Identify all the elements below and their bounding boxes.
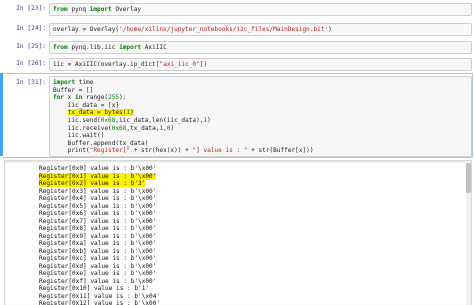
output-line: Register[0x0] value is : b'\x00' (39, 165, 160, 173)
notebook-cell-26[interactable]: In [26]: iic = AxiIIC(overlay.ip_dict["a… (0, 58, 474, 71)
output-line-text: Register[0x11] value is : b'\x04' (39, 292, 161, 300)
notebook-cell-31[interactable]: In [31]: import time Buffer = [] for x i… (0, 76, 474, 157)
cell-prompt: In [23]: (16, 5, 46, 12)
output-line-text: Register[0x4] value is : b'\x00' (39, 195, 157, 202)
code-line: from pynq.lib.iic import AxiIIC (53, 43, 167, 51)
cell-prompt: In [26]: (16, 60, 46, 67)
cell-prompt: In [25]: (16, 43, 46, 50)
output-line-text: Register[0xf] value is : b'\x00' (39, 277, 157, 285)
output-line: Register[0xc] value is : b'\x00' (39, 255, 160, 263)
cell-output-area[interactable]: Register[0x0] value is : b'\x00' Register… (4, 160, 472, 305)
output-line-text: Register[0x1] value is : b'\x00' (39, 172, 157, 180)
code-input[interactable]: from pynq.lib.iic import AxiIIC (49, 41, 472, 54)
code-input[interactable]: overlay = Overlay('/home/xilinx/jupyter_… (49, 23, 472, 36)
output-line: Register[0x6] value is : b'\x00' (39, 210, 160, 218)
output-line: Register[0x12] value is : b'\x00' (39, 300, 160, 305)
output-line: Register[0xa] value is : b'\x00' (39, 240, 160, 248)
output-line-text: Register[0xc] value is : b'\x00' (39, 255, 157, 262)
notebook-cell-23[interactable]: In [23]: from pynq import Overlay (0, 3, 474, 16)
code-line: iic.receive(0x68,tx_data,1,0) (53, 124, 175, 132)
output-line: Register[0xd] value is : b'\x00' (39, 263, 160, 271)
output-line: Register[0x8] value is : b'\x00' (39, 225, 160, 233)
output-line: Register[0x10] value is : b'1' (39, 285, 160, 293)
code-input[interactable]: from pynq import Overlay (49, 3, 472, 16)
output-line-text: Register[0x7] value is : b'\x00' (39, 217, 157, 225)
output-line-text: Register[0x0] value is : b'\x00' (39, 165, 157, 172)
notebook-cell-24[interactable]: In [24]: overlay = Overlay('/home/xilinx… (0, 23, 474, 36)
output-line: Register[0x11] value is : b'\x04' (39, 293, 160, 301)
output-line: Register[0x3] value is : b'\x00' (39, 188, 160, 196)
code-line: import time (53, 79, 94, 86)
output-line-text: Register[0x3] value is : b'\x00' (39, 187, 157, 195)
output-line: Register[0x9] value is : b'\x00' (39, 233, 160, 241)
output-line: Register[0xe] value is : b'\x00' (39, 270, 160, 278)
code-line: overlay = Overlay('/home/xilinx/jupyter_… (53, 25, 332, 33)
output-line-text: Register[0x5] value is : b'\x00' (39, 202, 157, 210)
output-line: Register[0x1] value is : b'\x00' (39, 172, 160, 181)
output-line-text: Register[0x12] value is : b'\x00' (39, 300, 161, 305)
code-input[interactable]: import time Buffer = [] for x in range(2… (49, 76, 472, 157)
output-line: Register[0x5] value is : b'\x00' (39, 203, 160, 211)
code-line: iic.wait() (53, 132, 105, 140)
output-lines: Register[0x0] value is : b'\x00' Register… (39, 165, 160, 305)
output-line: Register[0x2] value is : b'3' (39, 180, 160, 188)
output-line: Register[0x7] value is : b'\x00' (39, 218, 160, 226)
cell-prompt: In [24]: (16, 25, 46, 32)
code-line-highlighted: tx_data = bytes(1) (67, 109, 134, 117)
output-scrollbar[interactable] (466, 161, 471, 305)
code-input[interactable]: iic = AxiIIC(overlay.ip_dict["axi_iic_0"… (49, 58, 472, 71)
code-line: print("Register[" + str(hex(x)) + "] val… (53, 147, 314, 155)
output-line: Register[0xf] value is : b'\x00' (39, 278, 160, 286)
output-line-text: Register[0xb] value is : b'\x00' (39, 247, 157, 255)
notebook-cell-25[interactable]: In [25]: from pynq.lib.iic import AxiIIC (0, 41, 474, 54)
code-line: iic_data = [x] (53, 101, 120, 109)
output-line: Register[0xb] value is : b'\x00' (39, 248, 160, 256)
code-line: iic.send(0x68,iic_data,len(iic_data),1) (53, 116, 211, 124)
cell-prompt: In [31]: (16, 79, 46, 86)
output-line-text: Register[0x9] value is : b'\x00' (39, 232, 157, 240)
code-line: iic = AxiIIC(overlay.ip_dict["axi_iic_0"… (53, 60, 208, 68)
output-line-text: Register[0x2] value is : b'3' (39, 180, 146, 187)
scrollbar-thumb[interactable] (466, 163, 471, 193)
output-line-text: Register[0x10] value is : b'1' (39, 285, 150, 292)
code-line: from pynq import Overlay (53, 5, 142, 13)
output-line: Register[0x4] value is : b'\x00' (39, 195, 160, 203)
output-line-text: Register[0xd] value is : b'\x00' (39, 262, 157, 270)
output-line-text: Register[0x6] value is : b'\x00' (39, 210, 157, 217)
output-line-text: Register[0x8] value is : b'\x00' (39, 225, 157, 232)
code-line: for x in range(255): (53, 94, 127, 102)
output-line-text: Register[0xa] value is : b'\x00' (39, 240, 157, 247)
output-line-text: Register[0xe] value is : b'\x00' (39, 270, 157, 277)
code-line: Buffer.append(tx_data) (53, 139, 149, 147)
